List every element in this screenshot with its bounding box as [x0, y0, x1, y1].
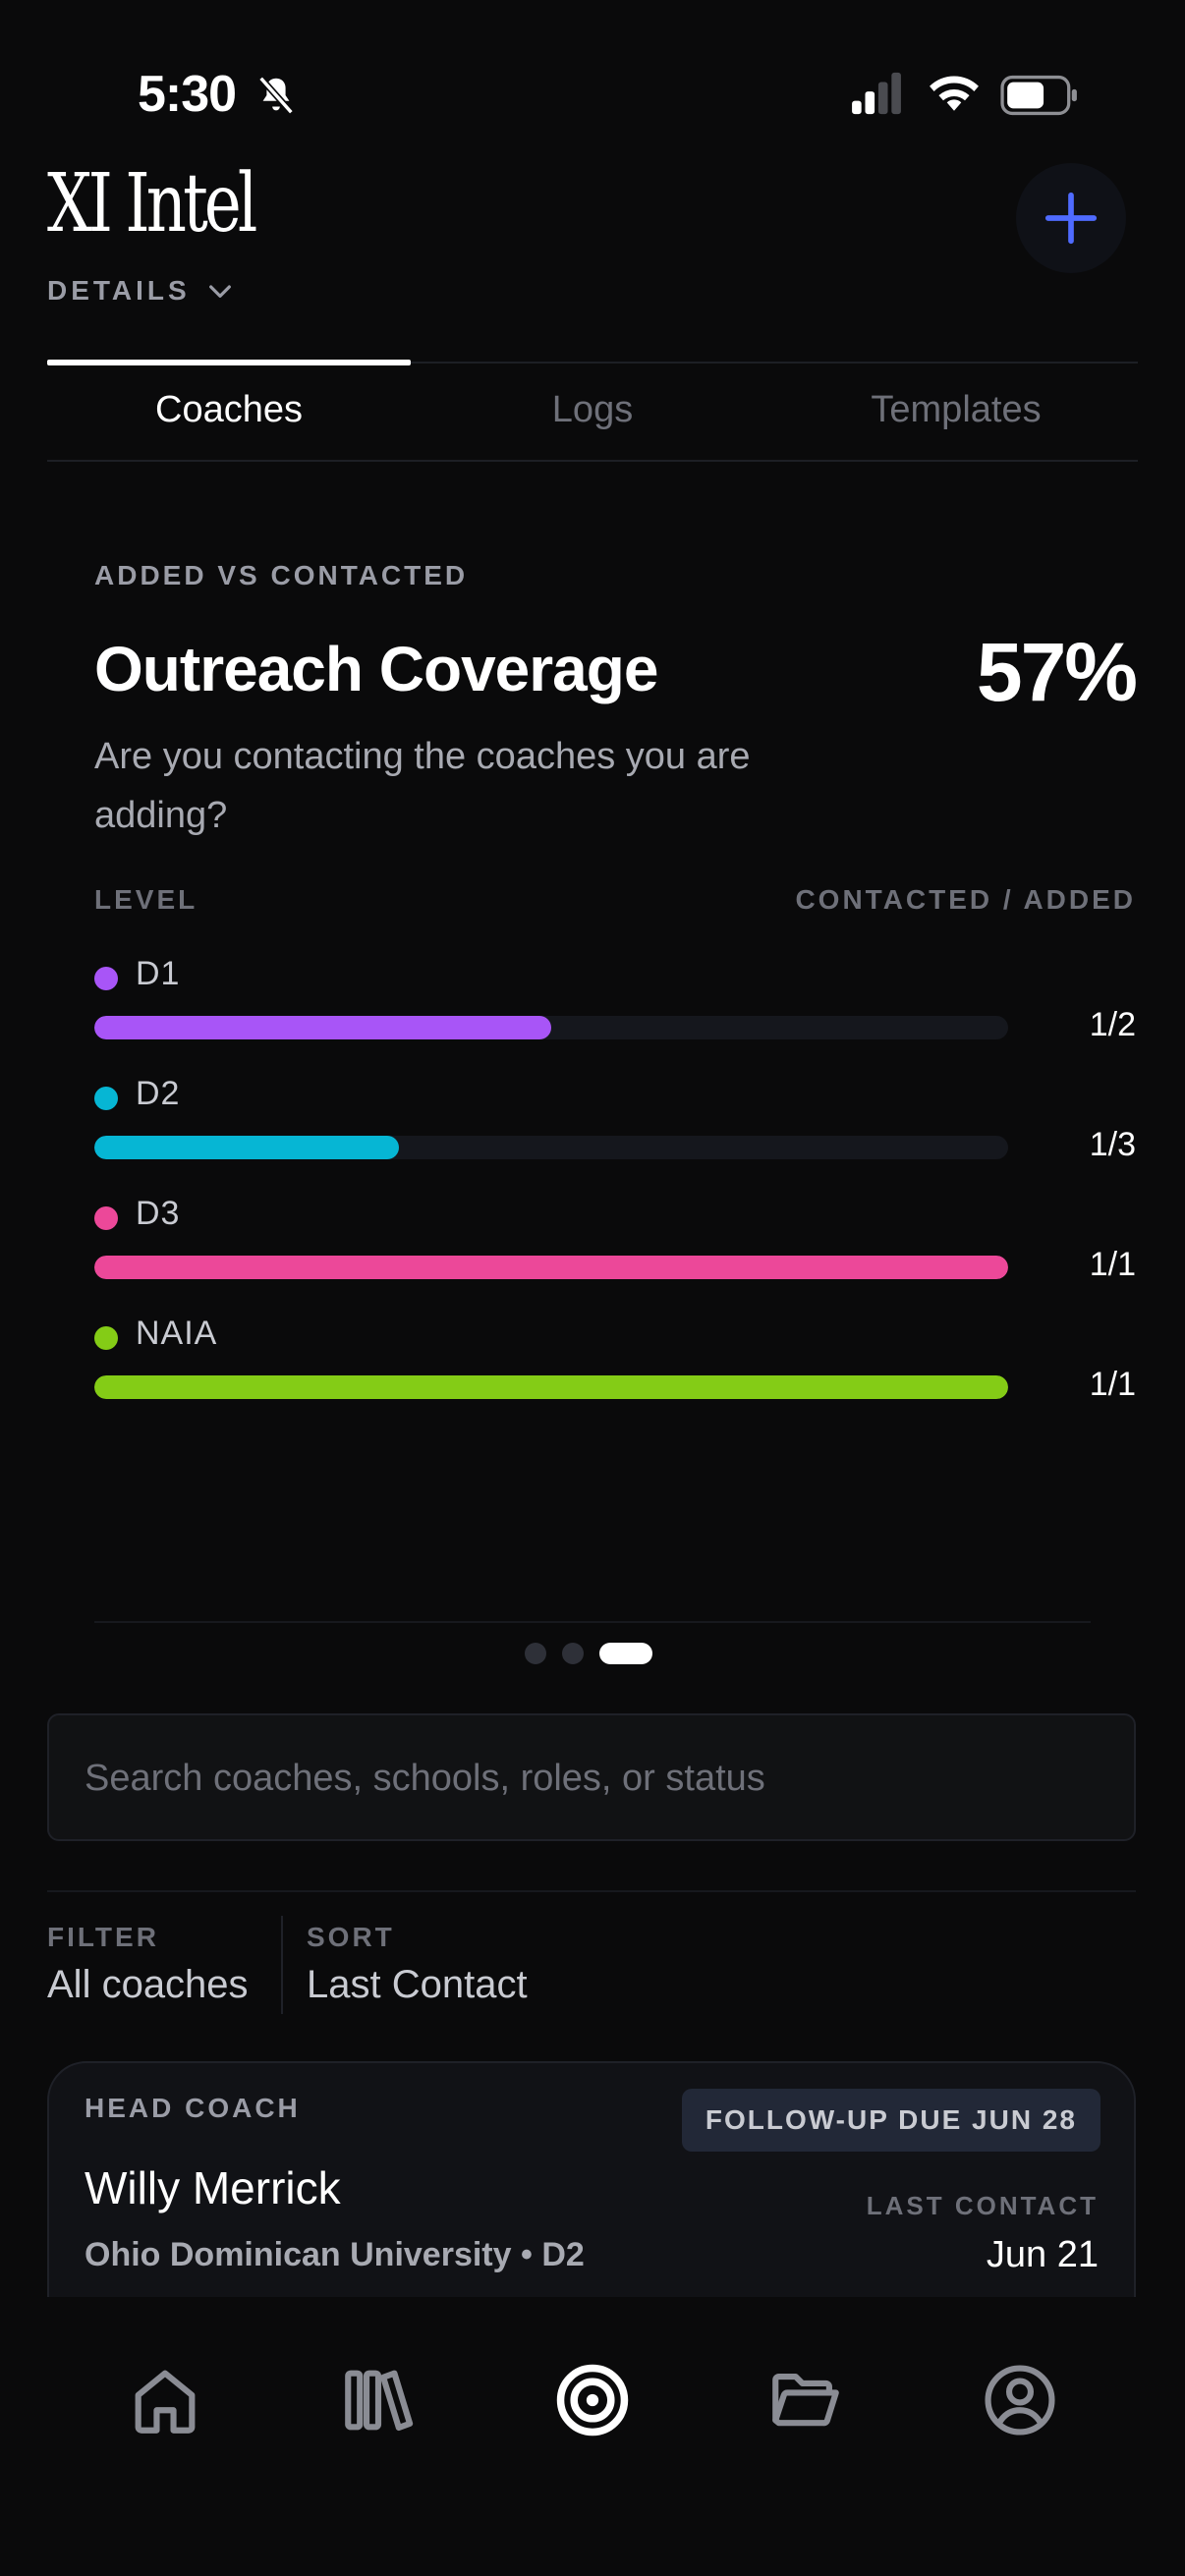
- last-contact-value: Jun 21: [986, 2234, 1099, 2275]
- cellular-signal-icon: [852, 72, 901, 115]
- nav-folder[interactable]: [765, 2360, 846, 2440]
- level-progress-track: [94, 1375, 1008, 1399]
- details-label: DETAILS: [47, 275, 191, 306]
- tab-divider: [411, 362, 1138, 364]
- level-progress-track: [94, 1136, 1008, 1159]
- last-contact-label: LAST CONTACT: [866, 2191, 1099, 2220]
- status-time: 5:30: [138, 66, 237, 123]
- coverage-title: Outreach Coverage: [94, 634, 658, 704]
- level-row-d3: D3 1/1: [94, 1195, 1136, 1315]
- tab-bar: Coaches Logs Templates: [47, 360, 1138, 462]
- nav-home[interactable]: [125, 2360, 205, 2440]
- tab-templates[interactable]: Templates: [774, 389, 1138, 431]
- wifi-icon: [930, 76, 979, 111]
- app-title: XI Intel: [47, 157, 257, 251]
- search-box: [47, 1713, 1136, 1841]
- coach-name: Willy Merrick: [85, 2162, 341, 2213]
- chevron-down-icon: [208, 285, 231, 298]
- level-progress-fill: [94, 1375, 1008, 1399]
- plus-icon: [1044, 192, 1098, 245]
- pager-dot[interactable]: [562, 1643, 584, 1664]
- nav-library[interactable]: [338, 2360, 419, 2440]
- level-dot: [94, 1206, 118, 1230]
- coach-school: Ohio Dominican University • D2: [85, 2236, 585, 2273]
- filter-label: FILTER: [47, 1922, 159, 1952]
- nav-profile[interactable]: [980, 2360, 1060, 2440]
- level-row-d1: D1 1/2: [94, 955, 1136, 1075]
- level-dot: [94, 967, 118, 990]
- profile-icon: [985, 2365, 1055, 2436]
- search-input[interactable]: [83, 1715, 1099, 1841]
- level-ratio: 1/2: [1089, 1006, 1136, 1043]
- nav-target[interactable]: [552, 2360, 633, 2440]
- sort-label: SORT: [307, 1922, 395, 1952]
- active-tab-indicator: [47, 360, 411, 365]
- filter-control[interactable]: FILTER All coaches: [47, 1922, 249, 2007]
- level-dot: [94, 1087, 118, 1110]
- level-name: NAIA: [136, 1315, 218, 1352]
- level-progress-track: [94, 1256, 1008, 1279]
- level-name: D3: [136, 1195, 181, 1232]
- filter-sort-divider: [281, 1916, 283, 2014]
- carousel-pager: [525, 1643, 652, 1664]
- level-column-header: LEVEL: [94, 884, 198, 915]
- level-progress-fill: [94, 1016, 551, 1039]
- add-button[interactable]: [1016, 163, 1126, 273]
- coach-role: HEAD COACH: [85, 2093, 301, 2123]
- bottom-nav: [0, 2297, 1185, 2576]
- coverage-eyebrow: ADDED VS CONTACTED: [94, 560, 469, 590]
- level-progress-track: [94, 1016, 1008, 1039]
- pager-dot-active[interactable]: [599, 1643, 652, 1664]
- battery-icon: [1000, 75, 1077, 116]
- silent-bell-icon: [258, 76, 294, 115]
- level-row-d2: D2 1/3: [94, 1075, 1136, 1195]
- tab-coaches[interactable]: Coaches: [47, 389, 411, 431]
- tab-logs[interactable]: Logs: [411, 389, 774, 431]
- sort-value: Last Contact: [307, 1963, 528, 2006]
- section-divider: [47, 1890, 1136, 1892]
- coverage-percent: 57%: [976, 626, 1138, 718]
- followup-badge: FOLLOW-UP DUE JUN 28: [681, 2089, 1100, 2152]
- target-icon: [556, 2364, 629, 2436]
- level-row-naia: NAIA 1/1: [94, 1315, 1136, 1434]
- library-icon: [345, 2370, 414, 2432]
- level-ratio: 1/1: [1089, 1246, 1136, 1283]
- card-divider: [94, 1621, 1091, 1623]
- sort-control[interactable]: SORT Last Contact: [307, 1922, 528, 2007]
- level-name: D1: [136, 955, 181, 992]
- pager-dot[interactable]: [525, 1643, 546, 1664]
- level-ratio: 1/3: [1089, 1126, 1136, 1163]
- coverage-subtitle: Are you contacting the coaches you are a…: [94, 736, 751, 836]
- ratio-column-header: CONTACTED / ADDED: [795, 884, 1136, 915]
- home-icon: [135, 2370, 196, 2434]
- level-dot: [94, 1326, 118, 1350]
- level-progress-fill: [94, 1136, 399, 1159]
- filter-value: All coaches: [47, 1963, 249, 2006]
- level-progress-fill: [94, 1256, 1008, 1279]
- level-name: D2: [136, 1075, 181, 1112]
- level-ratio: 1/1: [1089, 1366, 1136, 1403]
- details-toggle[interactable]: DETAILS: [47, 275, 236, 307]
- folder-icon: [772, 2374, 839, 2427]
